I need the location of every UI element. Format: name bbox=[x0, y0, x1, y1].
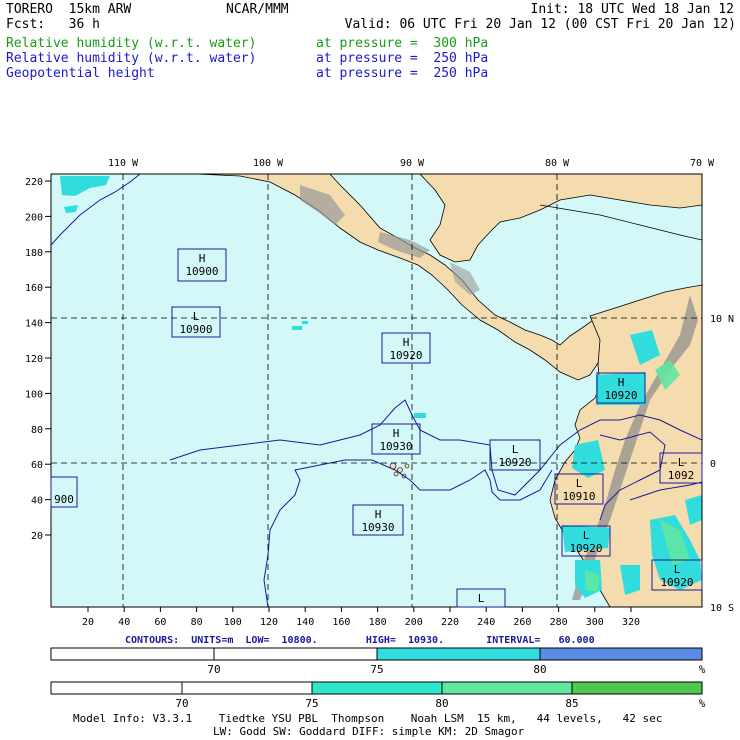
colorbar-label: 70 bbox=[207, 663, 220, 676]
colorbars: 70 75 80% 70 75 80 85% bbox=[50, 647, 706, 710]
model-info-line2: LW: Godd SW: Goddard DIFF: simple KM: 2D… bbox=[213, 725, 525, 738]
colorbar-label: 70 bbox=[175, 697, 188, 710]
colorbar-label: 75 bbox=[370, 663, 383, 676]
colorbar-unit: % bbox=[699, 697, 706, 710]
colorbar-segment bbox=[50, 647, 215, 661]
colorbar-segment bbox=[539, 647, 703, 661]
colorbar-segment bbox=[50, 681, 183, 695]
colorbar-segment bbox=[441, 681, 573, 695]
colorbar-label: 75 bbox=[305, 697, 318, 710]
colorbar-segment bbox=[571, 681, 703, 695]
colorbar-segment bbox=[213, 647, 378, 661]
colorbar-label: 80 bbox=[533, 663, 546, 676]
colorbar-segment bbox=[311, 681, 443, 695]
colorbar-rh-250: 70 75 80% bbox=[50, 647, 706, 676]
colorbar-rh-300: 70 75 80 85% bbox=[50, 681, 706, 710]
colorbar-segment bbox=[181, 681, 313, 695]
colorbar-segment bbox=[376, 647, 541, 661]
colorbar-label: 80 bbox=[435, 697, 448, 710]
colorbar-unit: % bbox=[699, 663, 706, 676]
colorbar-label: 85 bbox=[565, 697, 578, 710]
model-info-line1: Model Info: V3.3.1 Tiedtke YSU PBL Thomp… bbox=[73, 712, 663, 725]
